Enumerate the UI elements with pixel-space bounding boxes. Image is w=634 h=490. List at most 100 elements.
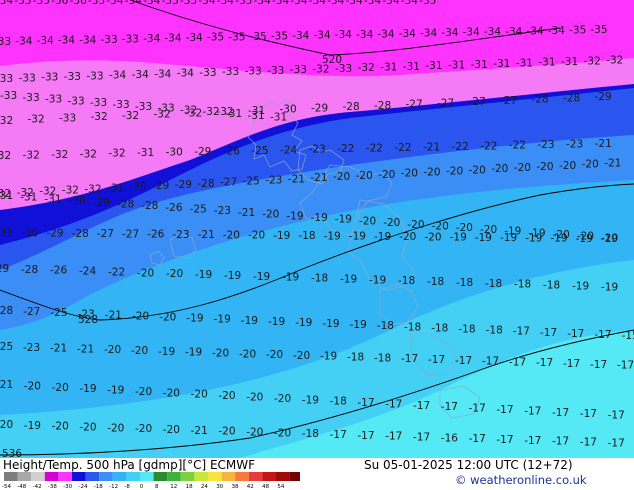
isotherm-label: -20	[246, 427, 263, 439]
isotherm-label: -24	[79, 266, 96, 278]
scale-tick-label: 12	[170, 484, 177, 490]
isotherm-label: -28	[343, 101, 360, 113]
isotherm-label: -19	[107, 385, 124, 397]
isotherm-label: -28	[0, 305, 13, 317]
isotherm-label: -33	[45, 94, 62, 106]
isotherm-label: -17	[580, 408, 597, 420]
scale-tick-label: 24	[201, 484, 208, 490]
isotherm-label: -27	[406, 99, 423, 111]
isotherm-label: -20	[132, 310, 149, 322]
isotherm-label: -33	[86, 70, 103, 82]
isotherm-label: -19	[224, 270, 241, 282]
isotherm-label: -17	[330, 429, 347, 441]
scale-swatch	[167, 472, 181, 481]
isotherm-label: -19	[185, 347, 202, 359]
isotherm-label: -22	[509, 140, 526, 152]
isotherm-label: -20	[52, 421, 69, 433]
isotherm-label: -21	[50, 343, 67, 355]
isotherm-label: -34	[125, 0, 142, 7]
map-title: Height/Temp. 500 hPa [gdmp][°C] ECMWF	[3, 458, 256, 472]
isotherm-label: -34	[327, 0, 344, 7]
isotherm-label: -18	[377, 320, 394, 332]
isotherm-label: -34	[79, 34, 96, 46]
isotherm-label: -29	[46, 228, 63, 240]
isotherm-label: -19	[601, 233, 618, 245]
isotherm-label: -34	[58, 35, 75, 47]
isotherm-label: -34	[143, 0, 160, 7]
isotherm-label: -19	[335, 214, 352, 226]
isotherm-label: -29	[152, 180, 169, 192]
isotherm-label: -19	[350, 319, 367, 331]
isotherm-label: -33	[64, 71, 81, 83]
scale-tick-label: -42	[33, 484, 42, 490]
isotherm-label: -17	[496, 434, 513, 446]
isotherm-label: -18	[514, 279, 531, 291]
scale-swatch	[44, 472, 59, 481]
isotherm-label: -20	[163, 387, 180, 399]
isotherm-label: -17	[552, 436, 569, 448]
isotherm-label: -17	[608, 410, 625, 422]
isotherm-label: -20	[239, 348, 256, 360]
isotherm-label: -34	[164, 33, 181, 45]
isotherm-label: -20	[137, 267, 154, 279]
isotherm-label: -21	[604, 158, 621, 170]
credit-link[interactable]: © weatheronline.co.uk	[455, 473, 587, 487]
isotherm-label: -31	[425, 60, 442, 72]
isotherm-label: -34	[463, 27, 480, 39]
isotherm-label: -20	[274, 427, 291, 439]
isotherm-label: -32	[217, 106, 234, 118]
isotherm-label: -19	[214, 314, 231, 326]
isotherm-label: -20	[356, 170, 373, 182]
isotherm-label: -19	[572, 280, 589, 292]
isotherm-label: -17	[524, 405, 541, 417]
isotherm-label: -20	[514, 162, 531, 174]
isotherm-label: -20	[407, 219, 424, 231]
isotherm-label: -28	[532, 94, 549, 106]
isotherm-label: -17	[524, 435, 541, 447]
scale-swatch	[208, 472, 222, 481]
isotherm-label: -27	[500, 95, 517, 107]
scale-tick-label: -24	[79, 484, 88, 490]
isotherm-label: -19	[322, 318, 339, 330]
isotherm-label: -33	[267, 65, 284, 77]
isotherm-label: -34	[364, 0, 381, 7]
isotherm-label: -17	[513, 326, 530, 338]
isotherm-label: -18	[543, 280, 560, 292]
isotherm-label: -17	[357, 397, 374, 409]
isotherm-label: -33	[41, 72, 58, 84]
isotherm-label: -17	[580, 437, 597, 449]
isotherm-label: -31	[471, 59, 488, 71]
isotherm-label: -23	[214, 205, 231, 217]
isotherm-label: -18	[330, 396, 347, 408]
map-footer: Height/Temp. 500 hPa [gdmp][°C] ECMWF Su…	[0, 458, 634, 490]
isotherm-label: -30	[69, 195, 86, 207]
isotherm-label: -36	[70, 0, 87, 7]
isotherm-label: -20	[223, 229, 240, 241]
isotherm-label: -19	[268, 316, 285, 328]
isotherm-label: -31	[248, 105, 265, 117]
isotherm-label: -32	[108, 148, 125, 160]
isotherm-label: -19	[450, 232, 467, 244]
isotherm-label: -33	[23, 92, 40, 104]
isotherm-label: -32	[312, 64, 329, 76]
isotherm-label: -32	[28, 114, 45, 126]
isotherm-label: -35	[590, 24, 607, 36]
isotherm-label: -33	[59, 113, 76, 125]
isotherm-label: -29	[0, 263, 9, 275]
scale-tick-label: 38	[232, 484, 239, 490]
isotherm-label: -19	[286, 210, 303, 222]
isotherm-label: -21	[310, 172, 327, 184]
isotherm-label: -34	[106, 0, 123, 7]
isotherm-label: -34	[309, 0, 326, 7]
isotherm-label: -17	[469, 403, 486, 415]
isotherm-label: -20	[399, 231, 416, 243]
isotherm-label: -21	[423, 141, 440, 153]
isotherm-label: -34	[314, 30, 331, 42]
isotherm-label: -34	[420, 28, 437, 40]
scale-tick-label: -30	[63, 484, 72, 490]
isotherm-label: -29	[311, 102, 328, 114]
scale-tick-label: -12	[109, 484, 118, 490]
isotherm-label: -19	[576, 233, 593, 245]
isotherm-label: -20	[536, 161, 553, 173]
isotherm-label: -33	[335, 63, 352, 75]
